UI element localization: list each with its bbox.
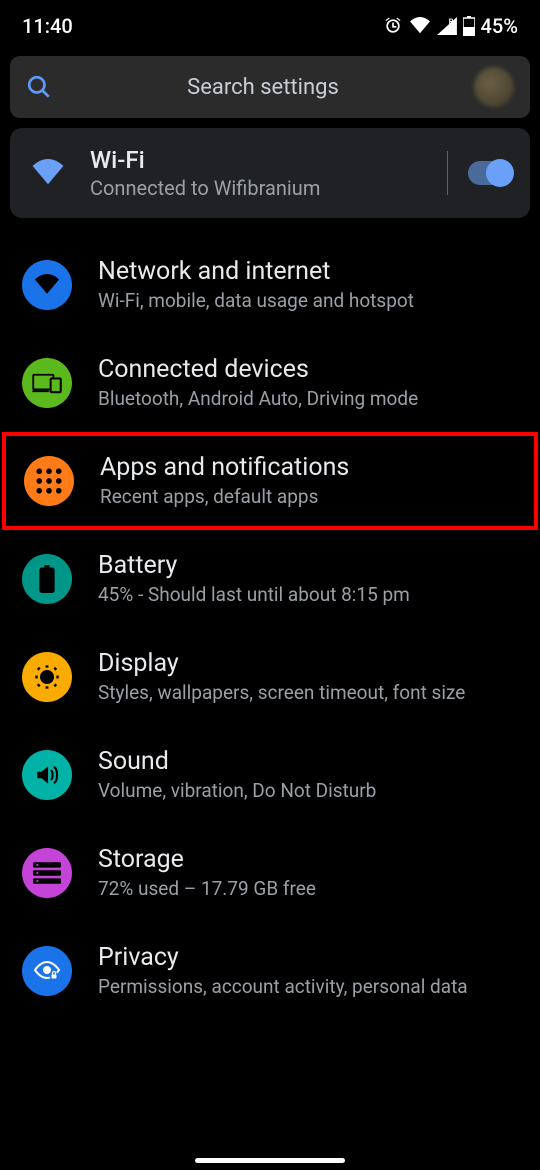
setting-title: Apps and notifications xyxy=(100,452,516,483)
wifi-icon xyxy=(22,260,72,310)
setting-item-display[interactable]: DisplayStyles, wallpapers, screen timeou… xyxy=(0,628,540,726)
setting-subtitle: 45% - Should last until about 8:15 pm xyxy=(98,583,518,608)
settings-list: Network and internetWi-Fi, mobile, data … xyxy=(0,236,540,1020)
setting-subtitle: Volume, vibration, Do Not Disturb xyxy=(98,779,518,804)
setting-title: Storage xyxy=(98,844,518,875)
setting-item-devices[interactable]: Connected devicesBluetooth, Android Auto… xyxy=(0,334,540,432)
search-icon xyxy=(26,74,52,100)
wifi-icon xyxy=(30,159,66,187)
divider xyxy=(447,151,448,195)
nav-handle[interactable] xyxy=(195,1158,345,1163)
apps-icon xyxy=(24,456,74,506)
setting-item-wifi[interactable]: Network and internetWi-Fi, mobile, data … xyxy=(0,236,540,334)
wifi-toggle[interactable] xyxy=(468,161,512,185)
setting-item-battery[interactable]: Battery45% - Should last until about 8:1… xyxy=(0,530,540,628)
battery-icon xyxy=(463,16,475,36)
setting-subtitle: Styles, wallpapers, screen timeout, font… xyxy=(98,681,518,706)
alarm-icon xyxy=(383,16,403,36)
setting-item-storage[interactable]: Storage72% used – 17.79 GB free xyxy=(0,824,540,922)
setting-subtitle: Recent apps, default apps xyxy=(100,485,516,510)
wifi-status-icon xyxy=(409,17,431,35)
search-settings-card[interactable]: Search settings xyxy=(10,56,530,118)
privacy-icon xyxy=(22,946,72,996)
signal-icon: R xyxy=(437,17,457,35)
setting-item-apps[interactable]: Apps and notificationsRecent apps, defau… xyxy=(6,436,534,526)
search-placeholder: Search settings xyxy=(52,75,474,100)
sound-icon xyxy=(22,750,72,800)
setting-item-privacy[interactable]: PrivacyPermissions, account activity, pe… xyxy=(0,922,540,1020)
status-time: 11:40 xyxy=(22,14,73,38)
highlight-box: Apps and notificationsRecent apps, defau… xyxy=(2,432,538,530)
setting-title: Battery xyxy=(98,550,518,581)
setting-subtitle: Permissions, account activity, personal … xyxy=(98,975,518,1000)
setting-title: Sound xyxy=(98,746,518,777)
wifi-title: Wi-Fi xyxy=(90,146,427,174)
setting-title: Connected devices xyxy=(98,354,518,385)
wifi-subtitle: Connected to Wifibranium xyxy=(90,176,427,200)
setting-item-sound[interactable]: SoundVolume, vibration, Do Not Disturb xyxy=(0,726,540,824)
battery-percentage: 45% xyxy=(481,14,518,38)
setting-subtitle: Bluetooth, Android Auto, Driving mode xyxy=(98,387,518,412)
setting-subtitle: 72% used – 17.79 GB free xyxy=(98,877,518,902)
display-icon xyxy=(22,652,72,702)
setting-title: Display xyxy=(98,648,518,679)
battery-icon xyxy=(22,554,72,604)
setting-title: Network and internet xyxy=(98,256,518,287)
svg-text:R: R xyxy=(448,17,453,26)
status-bar: 11:40 R 45% xyxy=(0,0,540,48)
setting-title: Privacy xyxy=(98,942,518,973)
wifi-quick-card[interactable]: Wi-Fi Connected to Wifibranium xyxy=(10,128,530,218)
devices-icon xyxy=(22,358,72,408)
storage-icon xyxy=(22,848,72,898)
profile-avatar[interactable] xyxy=(474,67,514,107)
setting-subtitle: Wi-Fi, mobile, data usage and hotspot xyxy=(98,289,518,314)
